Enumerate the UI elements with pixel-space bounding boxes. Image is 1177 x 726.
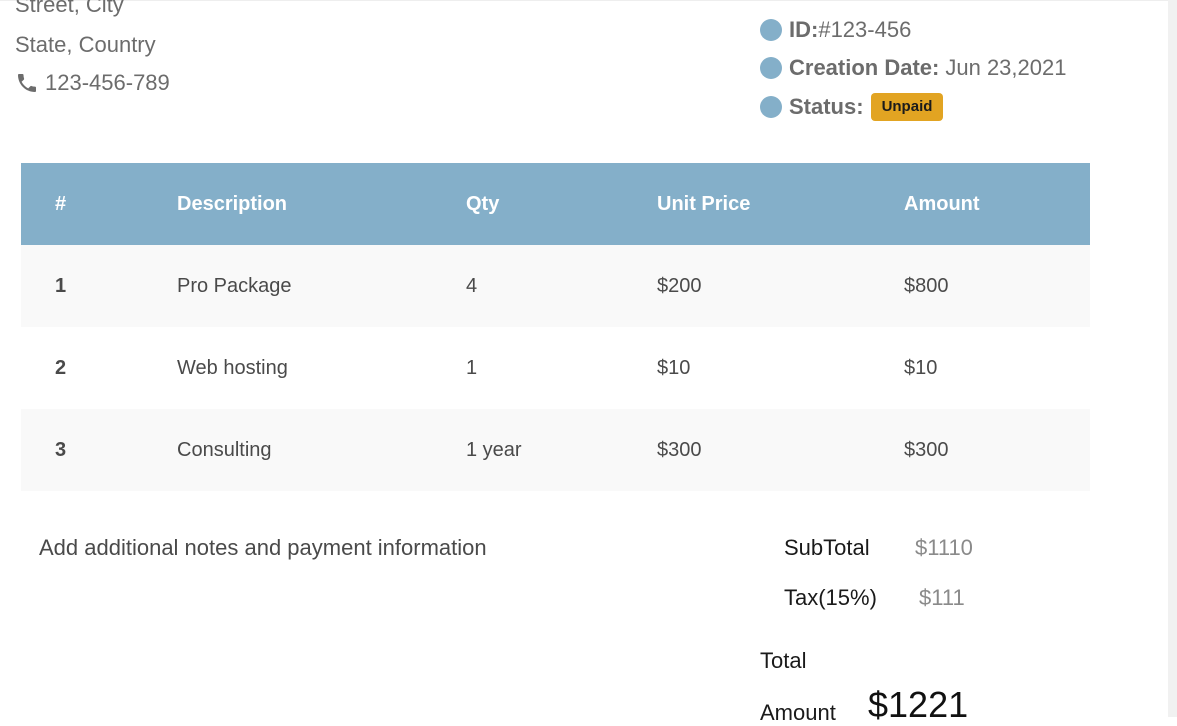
column-header-number: # <box>55 192 67 215</box>
invoice-items-table: # Description Qty Unit Price Amount 1 Pr… <box>21 163 1090 491</box>
total-amount-label-line2: Amount <box>760 700 836 725</box>
subtotal-label: SubTotal <box>784 535 870 560</box>
row-description: Consulting <box>177 438 272 461</box>
column-header-unit-price: Unit Price <box>657 192 751 215</box>
table-row: 3 Consulting 1 year $300 $300 <box>21 409 1090 491</box>
creation-date-value: Jun 23,2021 <box>945 55 1067 80</box>
row-number: 2 <box>55 356 67 379</box>
address-street-city: Street, City <box>15 0 124 17</box>
circle-bullet-icon <box>760 96 782 118</box>
tax-value: $111 <box>919 585 965 610</box>
subtotal-value: $1110 <box>915 535 973 560</box>
column-header-amount: Amount <box>904 192 980 215</box>
page-scrollbar[interactable] <box>1168 0 1177 717</box>
row-number: 3 <box>55 438 67 461</box>
creation-date-line: Creation Date: Jun 23,2021 <box>760 55 1066 81</box>
row-unit-price: $300 <box>657 438 702 461</box>
invoice-id-label: ID: <box>789 17 819 42</box>
status-line: Status: Unpaid <box>760 93 944 121</box>
row-qty: 1 <box>466 356 478 379</box>
status-label: Status: <box>789 94 864 119</box>
tax-label: Tax(15%) <box>784 585 877 610</box>
row-unit-price: $200 <box>657 274 702 297</box>
row-qty: 1 year <box>466 438 522 461</box>
row-description: Web hosting <box>177 356 288 379</box>
total-amount-value: $1221 <box>868 684 969 725</box>
row-amount: $10 <box>904 356 938 379</box>
phone-number: 123-456-789 <box>45 70 170 95</box>
table-header-row: # Description Qty Unit Price Amount <box>21 163 1090 245</box>
address-phone: 123-456-789 <box>15 71 170 95</box>
row-amount: $300 <box>904 438 949 461</box>
row-qty: 4 <box>466 274 478 297</box>
row-description: Pro Package <box>177 274 292 297</box>
status-badge: Unpaid <box>870 93 944 121</box>
row-amount: $800 <box>904 274 949 297</box>
invoice-id-line: ID: #123-456 <box>760 17 911 43</box>
table-row: 2 Web hosting 1 $10 $10 <box>21 327 1090 409</box>
total-amount-label-line1: Total <box>760 648 807 673</box>
row-number: 1 <box>55 274 67 297</box>
invoice-id-value: #123-456 <box>818 17 912 42</box>
creation-date-label: Creation Date: <box>789 55 940 80</box>
top-divider <box>0 0 1177 1</box>
circle-bullet-icon <box>760 19 782 41</box>
notes-text: Add additional notes and payment informa… <box>39 535 487 560</box>
address-state-country: State, Country <box>15 32 156 57</box>
table-row: 1 Pro Package 4 $200 $800 <box>21 245 1090 327</box>
row-unit-price: $10 <box>657 356 691 379</box>
circle-bullet-icon <box>760 57 782 79</box>
phone-icon <box>15 71 39 95</box>
column-header-description: Description <box>177 192 288 215</box>
column-header-qty: Qty <box>466 192 500 215</box>
